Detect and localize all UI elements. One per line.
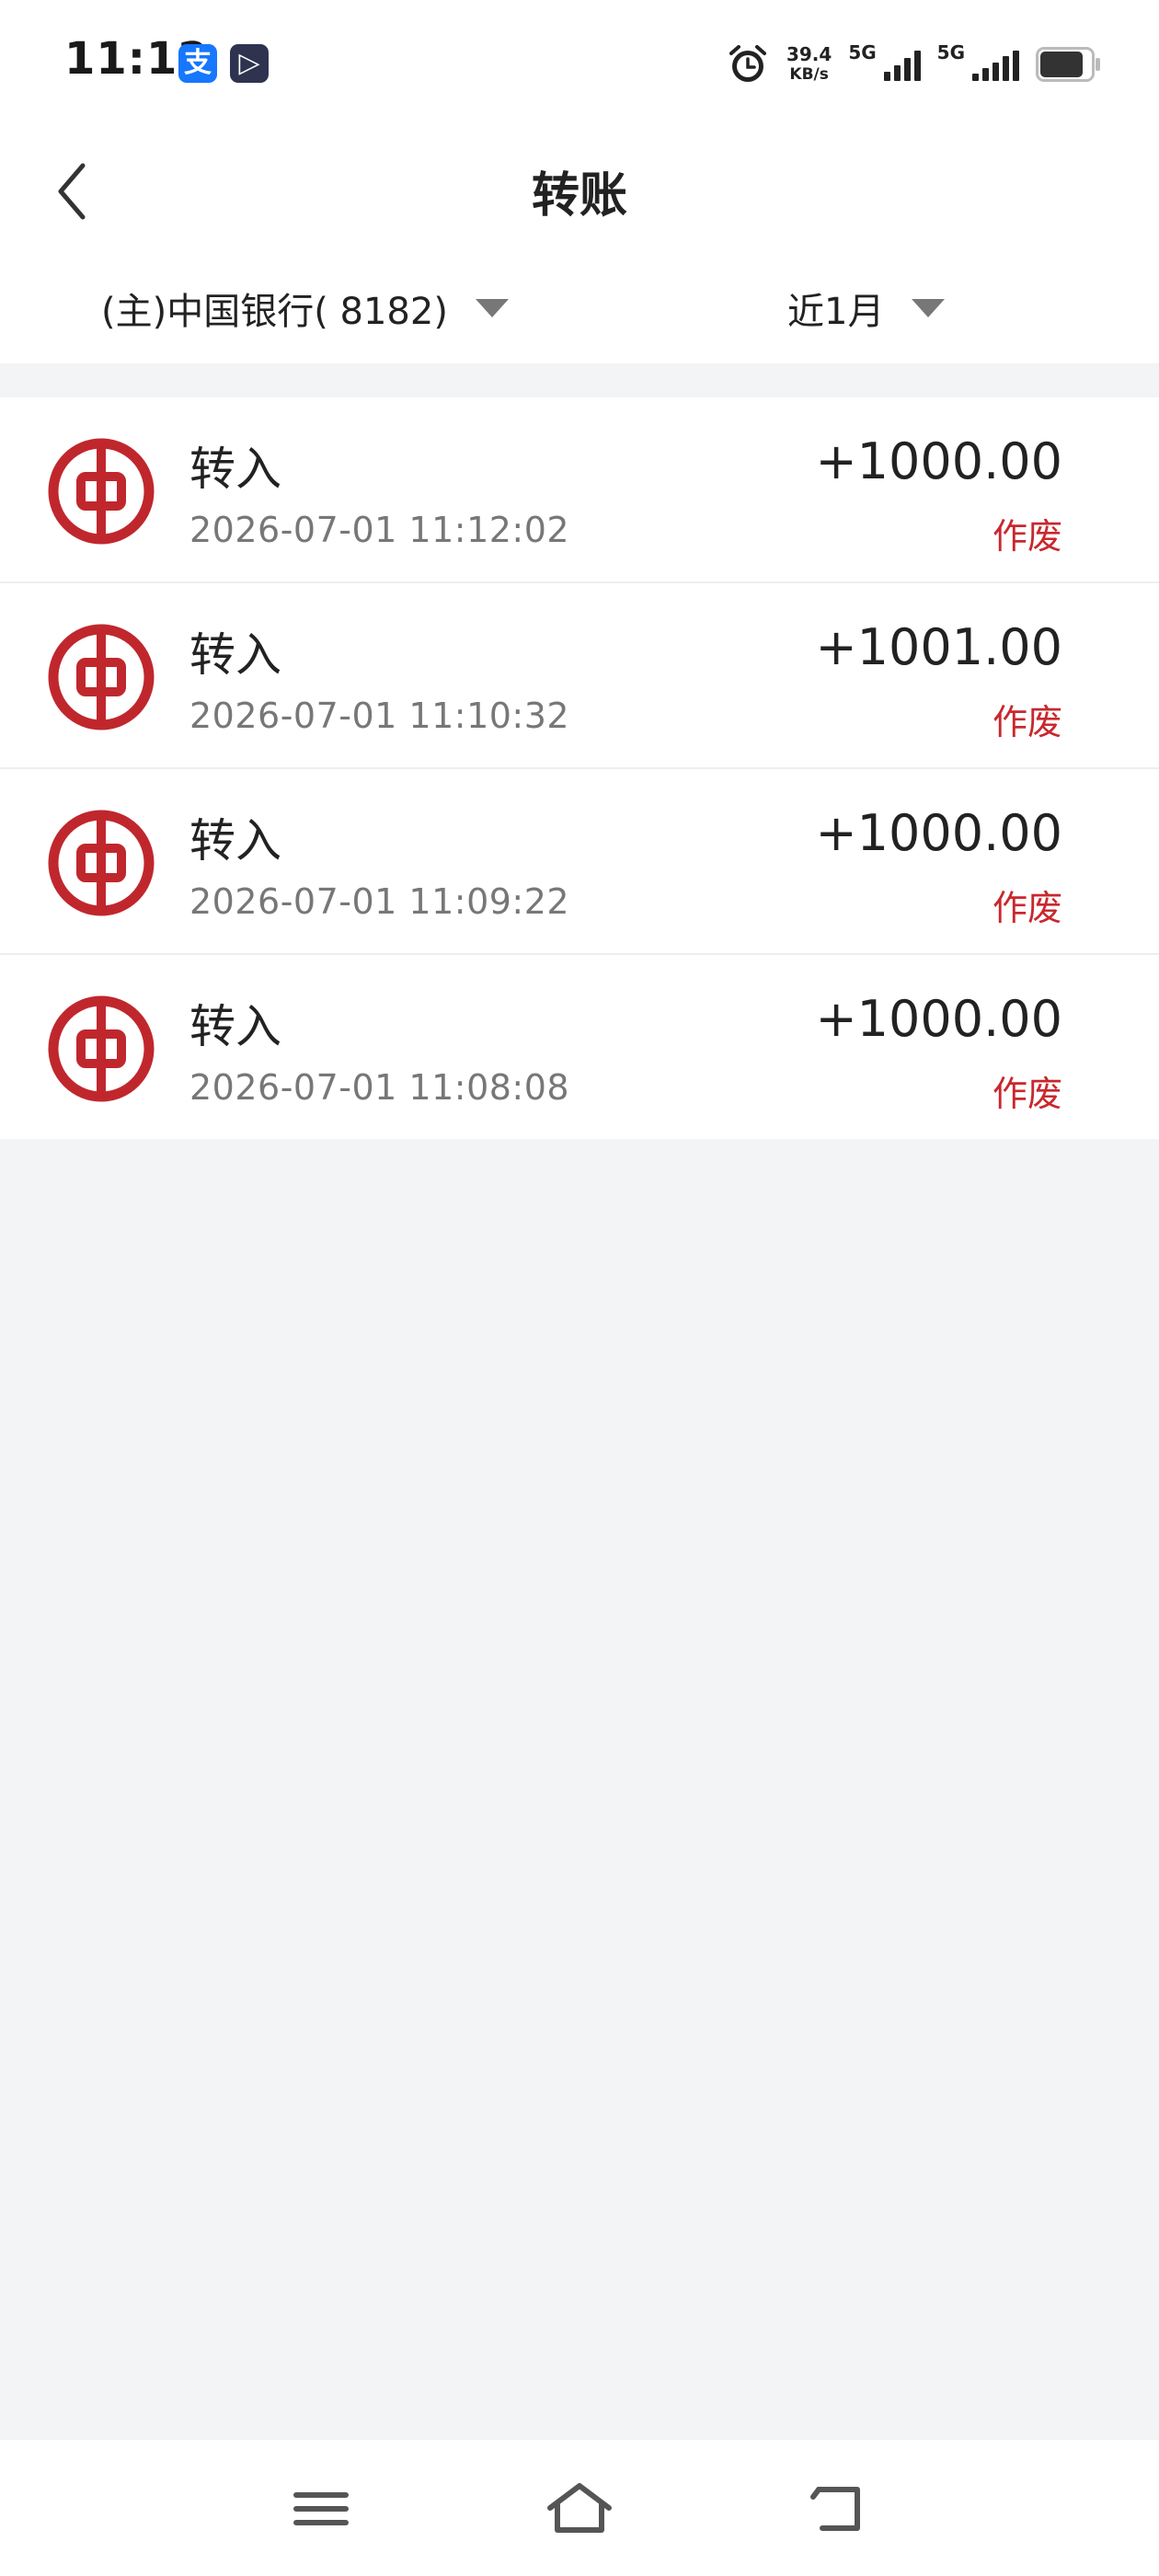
- net-speed-value: 39.4: [786, 43, 832, 65]
- battery-level: [1040, 52, 1083, 77]
- system-nav-bar: [0, 2440, 1159, 2576]
- bank-of-china-logo-icon: [48, 995, 155, 1102]
- signal-icon-2: [972, 48, 1019, 81]
- transaction-datetime: 2026-07-01 11:09:22: [189, 881, 570, 922]
- void-button[interactable]: 作废: [993, 508, 1062, 558]
- page-title: 转账: [531, 168, 627, 224]
- void-button[interactable]: 作废: [993, 694, 1062, 744]
- transaction-type: 转入: [189, 628, 281, 682]
- transaction-type: 转入: [189, 443, 281, 496]
- void-button[interactable]: 作废: [993, 880, 1062, 930]
- transaction-row[interactable]: 转入 2026-07-01 11:10:32 +1001.00 作废: [0, 583, 1159, 769]
- status-right-group: 39.4 KB/s 5G 5G: [726, 37, 1100, 92]
- transaction-type: 转入: [189, 814, 281, 868]
- transaction-datetime: 2026-07-01 11:08:08: [189, 1067, 570, 1108]
- signal-icon: [883, 48, 921, 81]
- nav-back-button[interactable]: [800, 2477, 874, 2541]
- bank-of-china-logo-icon: [48, 810, 155, 916]
- transaction-type: 转入: [189, 1000, 281, 1053]
- sim2-5g-label: 5G: [936, 41, 965, 63]
- transaction-amount: +1001.00: [815, 618, 1062, 676]
- transaction-row[interactable]: 转入 2026-07-01 11:12:02 +1000.00 作废: [0, 397, 1159, 583]
- bank-of-china-logo-icon: [48, 624, 155, 730]
- void-button[interactable]: 作废: [993, 1065, 1062, 1116]
- alipay-notification-icon: 支: [178, 44, 217, 83]
- menu-icon: [293, 2492, 349, 2525]
- filter-bar: (主)中国银行( 8182) 近1月: [0, 248, 1159, 363]
- triangle-down-icon: [475, 299, 509, 317]
- back-icon: [810, 2487, 860, 2531]
- net-speed: 39.4 KB/s: [786, 44, 832, 85]
- bank-of-china-logo-icon: [48, 438, 155, 545]
- account-filter-dropdown[interactable]: (主)中国银行( 8182): [101, 282, 509, 335]
- date-range-dropdown[interactable]: 近1月: [787, 282, 946, 335]
- nav-home-button[interactable]: [543, 2477, 616, 2541]
- status-bar: 11:12 支 ▷ 39.4 KB/s 5G 5G: [0, 0, 1159, 129]
- transaction-datetime: 2026-07-01 11:12:02: [189, 510, 570, 550]
- triangle-down-icon: [912, 299, 946, 317]
- net-speed-unit: KB/s: [789, 65, 829, 84]
- transaction-row[interactable]: 转入 2026-07-01 11:08:08 +1000.00 作废: [0, 955, 1159, 1139]
- transaction-amount: +1000.00: [815, 432, 1062, 490]
- battery-icon: [1036, 47, 1100, 82]
- transaction-datetime: 2026-07-01 11:10:32: [189, 696, 570, 736]
- transaction-amount: +1000.00: [815, 804, 1062, 862]
- sim1-5g-label: 5G: [848, 41, 877, 63]
- alarm-icon: [729, 45, 766, 82]
- date-range-label: 近1月: [787, 291, 885, 333]
- video-app-notification-icon: ▷: [230, 44, 269, 83]
- transaction-amount: +1000.00: [815, 990, 1062, 1048]
- transaction-list: 转入 2026-07-01 11:12:02 +1000.00 作废 转入 20…: [0, 397, 1159, 1139]
- header: 转账: [0, 129, 1159, 248]
- account-filter-label: (主)中国银行( 8182): [101, 291, 448, 333]
- home-icon: [547, 2483, 612, 2533]
- transaction-row[interactable]: 转入 2026-07-01 11:09:22 +1000.00 作废: [0, 769, 1159, 955]
- nav-menu-button[interactable]: [285, 2477, 359, 2541]
